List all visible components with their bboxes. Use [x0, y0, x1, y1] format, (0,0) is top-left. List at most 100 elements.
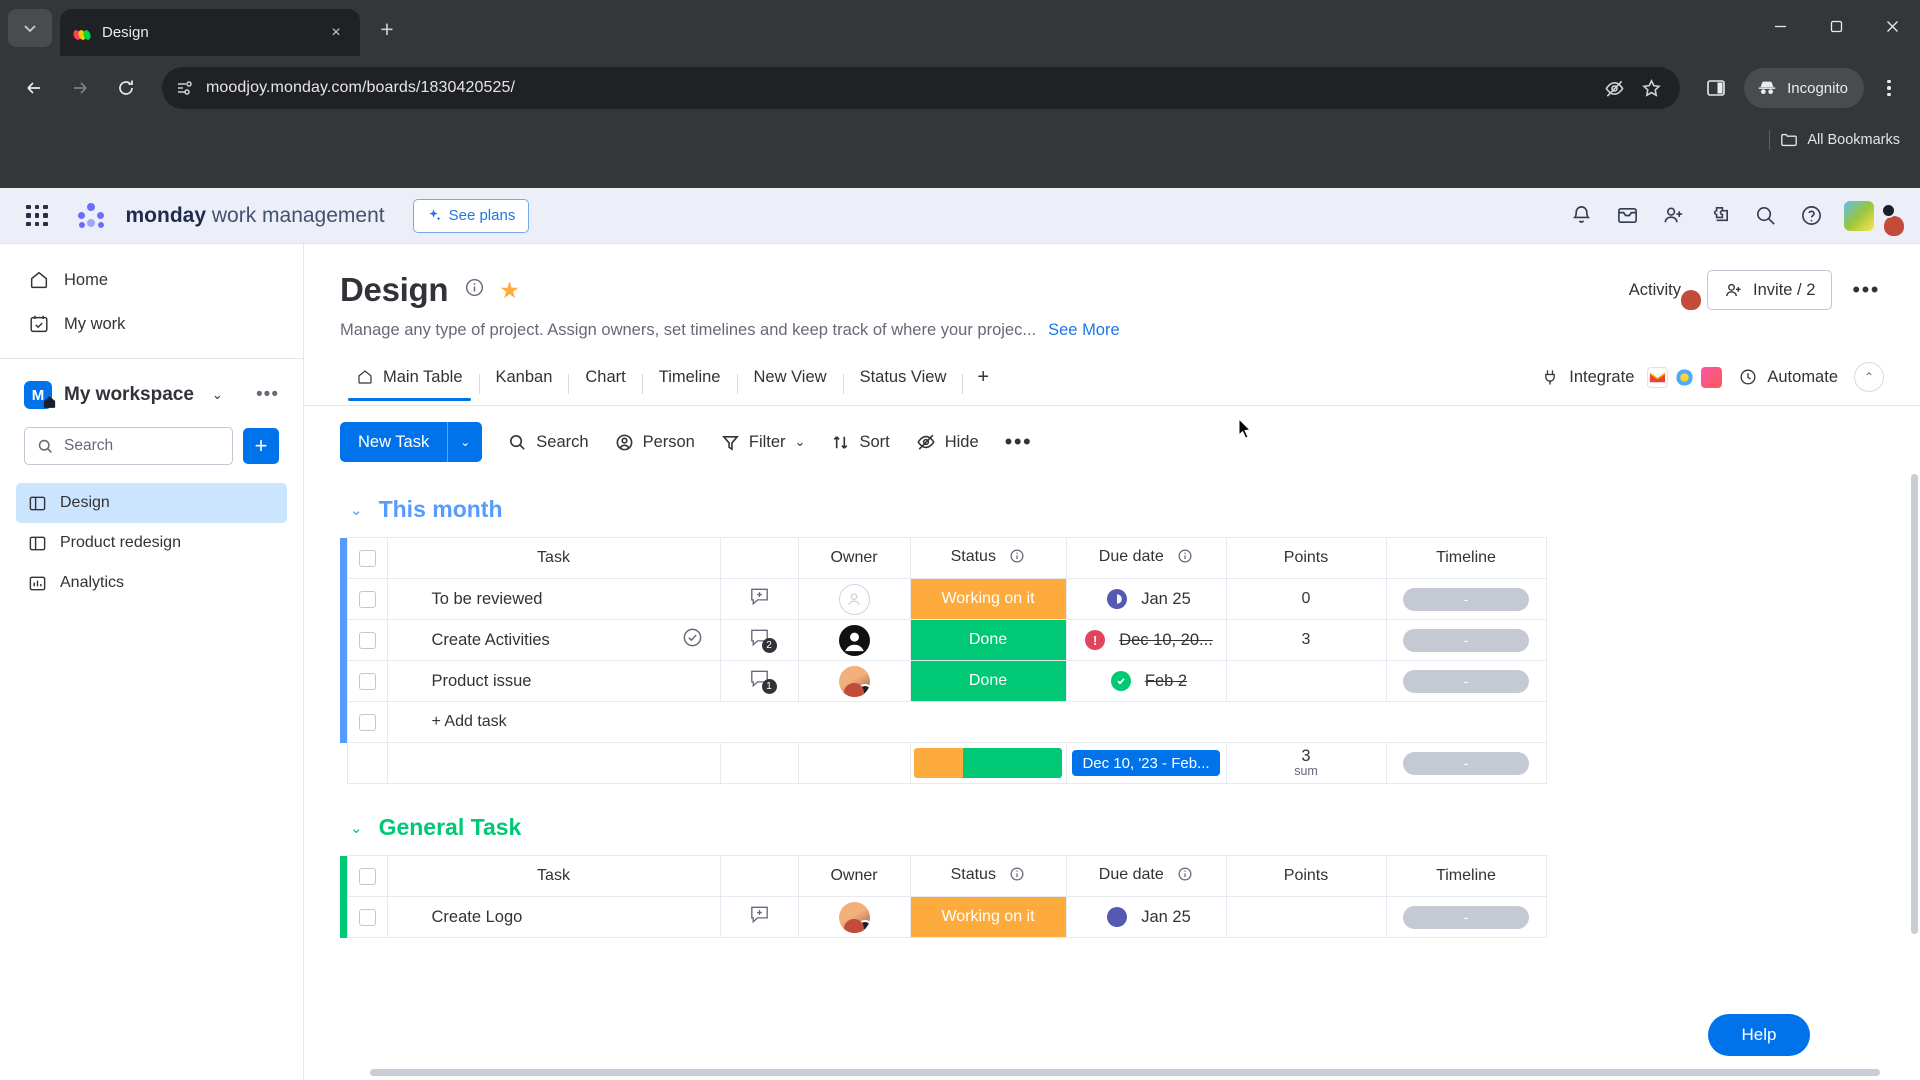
due-date-cell[interactable]: Feb 2: [1065, 660, 1227, 702]
board-more-button[interactable]: •••: [1848, 277, 1884, 303]
favorite-star-icon[interactable]: ★: [499, 277, 520, 304]
incognito-indicator[interactable]: Incognito: [1744, 68, 1864, 108]
timeline-cell[interactable]: -: [1385, 578, 1547, 620]
board-info-icon[interactable]: [464, 277, 485, 303]
column-header-timeline[interactable]: Timeline: [1385, 855, 1547, 897]
tab-status-view[interactable]: Status View: [844, 368, 963, 400]
due-date-cell[interactable]: Jan 25: [1065, 896, 1227, 938]
workspace-selector[interactable]: M My workspace ⌄ •••: [0, 373, 303, 417]
due-date-summary-cell[interactable]: Dec 10, '23 - Feb...: [1065, 742, 1227, 784]
photos-integration-icon[interactable]: [1701, 366, 1723, 388]
collapse-group-icon[interactable]: ⌄: [350, 501, 363, 519]
row-checkbox-cell[interactable]: [346, 578, 388, 620]
due-date-info-icon[interactable]: [1177, 867, 1193, 886]
column-header-timeline[interactable]: Timeline: [1385, 537, 1547, 579]
sidebar-item-product-redesign[interactable]: Product redesign: [16, 523, 287, 563]
tab-close-icon[interactable]: ×: [324, 21, 348, 45]
tab-search-button[interactable]: [8, 9, 52, 47]
side-panel-button[interactable]: [1696, 68, 1736, 108]
integrate-button[interactable]: Integrate: [1540, 366, 1723, 388]
all-bookmarks-button[interactable]: All Bookmarks: [1780, 131, 1900, 149]
notifications-icon[interactable]: [1568, 203, 1594, 229]
column-header-task[interactable]: Task: [386, 855, 721, 897]
tab-new-view[interactable]: New View: [738, 368, 843, 400]
tab-timeline[interactable]: Timeline: [643, 368, 737, 400]
task-name-cell[interactable]: Product issue: [386, 660, 721, 702]
person-filter-button[interactable]: Person: [615, 433, 695, 452]
help-icon[interactable]: [1798, 203, 1824, 229]
points-cell[interactable]: 0: [1225, 578, 1387, 620]
tab-chart[interactable]: Chart: [569, 368, 641, 400]
see-more-link[interactable]: See More: [1048, 321, 1120, 340]
sidebar-item-design[interactable]: Design: [16, 483, 287, 523]
activity-button[interactable]: Activity: [1629, 281, 1691, 300]
table-row[interactable]: Create Activities 2 Done ! Dec 10, 20...…: [340, 619, 1547, 661]
add-task-label[interactable]: + Add task: [386, 701, 1547, 743]
sidebar-item-home[interactable]: Home: [16, 258, 287, 302]
status-cell[interactable]: Working on it: [909, 578, 1067, 620]
close-window-button[interactable]: [1864, 0, 1920, 52]
row-checkbox-cell[interactable]: [346, 701, 388, 743]
column-header-points[interactable]: Points: [1225, 537, 1387, 579]
row-checkbox-cell[interactable]: [346, 619, 388, 661]
status-summary-cell[interactable]: [909, 742, 1067, 784]
new-task-caret-icon[interactable]: ⌄: [447, 422, 482, 462]
board-scroll-area[interactable]: ⌄ This month Task Owner Status Due date …: [304, 472, 1920, 1080]
sidebar-item-analytics[interactable]: Analytics: [16, 563, 287, 603]
task-name-cell[interactable]: Create Activities: [386, 619, 721, 661]
filter-button[interactable]: Filter ⌄: [721, 433, 806, 452]
status-info-icon[interactable]: [1009, 549, 1025, 568]
add-task-row[interactable]: + Add task: [340, 701, 1547, 743]
address-bar[interactable]: moodjoy.monday.com/boards/1830420525/: [162, 67, 1681, 109]
column-header-owner[interactable]: Owner: [797, 537, 911, 579]
back-button[interactable]: [14, 68, 54, 108]
timeline-cell[interactable]: -: [1385, 896, 1547, 938]
points-cell[interactable]: 3: [1225, 619, 1387, 661]
status-cell[interactable]: Working on it: [909, 896, 1067, 938]
due-date-cell[interactable]: Jan 25: [1065, 578, 1227, 620]
reload-button[interactable]: [106, 68, 146, 108]
column-header-status[interactable]: Status: [909, 537, 1067, 579]
chevron-down-icon[interactable]: ⌄: [212, 387, 223, 403]
apps-extensions-icon[interactable]: [1706, 203, 1732, 229]
invite-members-icon[interactable]: [1660, 203, 1686, 229]
filter-caret-icon[interactable]: ⌄: [795, 434, 806, 450]
invite-button[interactable]: Invite / 2: [1707, 270, 1833, 310]
see-plans-button[interactable]: See plans: [412, 198, 530, 233]
hide-button[interactable]: Hide: [916, 432, 979, 452]
help-button[interactable]: Help: [1708, 1014, 1810, 1056]
comment-cell[interactable]: [719, 578, 799, 620]
horizontal-scrollbar[interactable]: [370, 1069, 1880, 1076]
collapse-header-button[interactable]: ⌃: [1854, 362, 1884, 392]
check-circle-icon[interactable]: [681, 626, 704, 654]
tracking-protection-icon[interactable]: [1604, 78, 1625, 99]
points-cell[interactable]: [1225, 660, 1387, 702]
new-task-button[interactable]: New Task ⌄: [340, 422, 483, 462]
add-view-button[interactable]: +: [963, 366, 1003, 402]
inbox-icon[interactable]: [1614, 203, 1640, 229]
timeline-summary-cell[interactable]: -: [1385, 742, 1547, 784]
search-input[interactable]: Search: [24, 427, 233, 465]
table-row[interactable]: Product issue 1 Done Feb 2 -: [340, 660, 1547, 702]
chrome-menu-button[interactable]: [1872, 68, 1906, 108]
tab-kanban[interactable]: Kanban: [480, 368, 569, 400]
toolbar-more-button[interactable]: •••: [1005, 429, 1033, 455]
add-board-button[interactable]: +: [243, 428, 279, 464]
table-row[interactable]: Create Logo Working on it Jan 25 -: [340, 896, 1547, 938]
due-date-cell[interactable]: ! Dec 10, 20...: [1065, 619, 1227, 661]
gmail-integration-icon[interactable]: [1647, 366, 1669, 388]
maximize-button[interactable]: [1808, 0, 1864, 52]
status-cell[interactable]: Done: [909, 660, 1067, 702]
comment-cell[interactable]: 1: [719, 660, 799, 702]
sidebar-item-my-work[interactable]: My work: [16, 302, 287, 346]
comment-cell[interactable]: 2: [719, 619, 799, 661]
status-info-icon[interactable]: [1009, 867, 1025, 886]
owner-cell[interactable]: [797, 660, 911, 702]
column-header-points[interactable]: Points: [1225, 855, 1387, 897]
minimize-button[interactable]: [1752, 0, 1808, 52]
timeline-cell[interactable]: -: [1385, 660, 1547, 702]
tab-main-table[interactable]: Main Table: [340, 368, 479, 401]
column-header-task[interactable]: Task: [386, 537, 721, 579]
task-name-cell[interactable]: Create Logo: [386, 896, 721, 938]
select-all-checkbox-cell[interactable]: [346, 537, 388, 579]
